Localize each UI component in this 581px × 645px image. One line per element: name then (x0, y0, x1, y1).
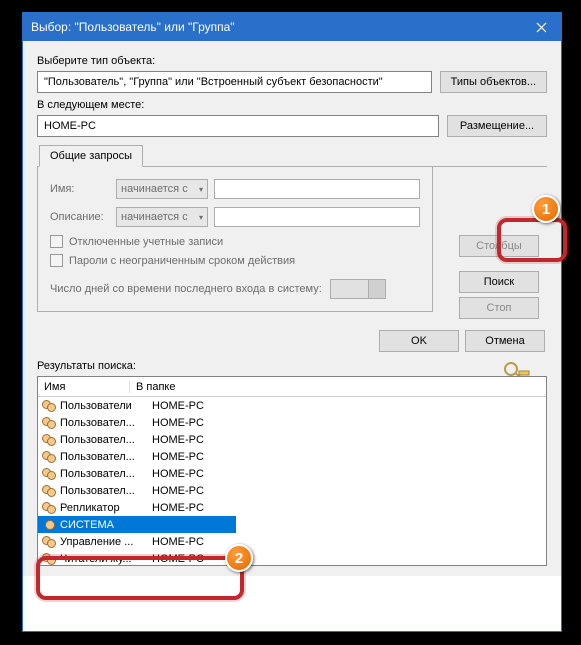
table-row[interactable]: Пользовател...HOME-PC (38, 448, 546, 465)
col-name[interactable]: Имя (38, 381, 130, 393)
table-row[interactable]: Управление ...HOME-PC (38, 533, 546, 550)
object-type-label: Выберите тип объекта: (37, 55, 547, 67)
table-row[interactable]: Читатели жу...HOME-PC (38, 550, 546, 566)
tab-strip: Общие запросы (37, 145, 547, 167)
result-folder: HOME-PC (148, 502, 204, 514)
result-name: Пользовател... (60, 434, 148, 446)
name-match-select[interactable]: начинается с ▾ (116, 179, 208, 199)
name-filter-label: Имя: (50, 183, 110, 195)
result-name: Репликатор (60, 502, 148, 514)
tab-body: Имя: начинается с ▾ Описание: начинается… (37, 167, 433, 312)
results-label: Результаты поиска: (37, 360, 547, 376)
ok-button[interactable]: OK (379, 330, 459, 352)
object-type-field: "Пользователь", "Группа" или "Встроенный… (37, 71, 432, 93)
close-button[interactable] (521, 13, 561, 41)
table-row[interactable]: Пользовател...HOME-PC (38, 482, 546, 499)
columns-button[interactable]: Столбцы (459, 235, 539, 257)
result-name: Пользовател... (60, 451, 148, 463)
group-icon (42, 399, 58, 413)
group-icon (42, 416, 58, 430)
result-folder: HOME-PC (148, 553, 204, 565)
desc-match-select[interactable]: начинается с ▾ (116, 207, 208, 227)
tab-common-queries[interactable]: Общие запросы (39, 145, 143, 167)
days-since-label: Число дней со времени последнего входа в… (50, 283, 322, 295)
days-since-input[interactable] (330, 279, 386, 299)
dialog-window: Выбор: "Пользователь" или "Группа" Выбер… (22, 12, 562, 632)
result-folder: HOME-PC (148, 451, 204, 463)
search-button[interactable]: Поиск (459, 271, 539, 293)
results-list[interactable]: Имя В папке ПользователиHOME-PCПользоват… (37, 376, 547, 566)
table-row[interactable]: СИСТЕМА (38, 516, 236, 533)
result-name: Пользовател... (60, 485, 148, 497)
titlebar: Выбор: "Пользователь" или "Группа" (23, 13, 561, 41)
group-icon (42, 433, 58, 447)
locations-button[interactable]: Размещение... (447, 115, 547, 137)
location-label: В следующем месте: (37, 99, 547, 111)
result-folder: HOME-PC (148, 536, 204, 548)
result-name: Читатели жу... (60, 553, 148, 565)
table-row[interactable]: Пользовател...HOME-PC (38, 414, 546, 431)
group-icon (42, 484, 58, 498)
table-row[interactable]: Пользовател...HOME-PC (38, 465, 546, 482)
result-name: СИСТЕМА (60, 519, 148, 531)
cancel-button[interactable]: Отмена (465, 330, 545, 352)
table-row[interactable]: Пользовател...HOME-PC (38, 431, 546, 448)
disabled-accounts-checkbox[interactable] (50, 235, 63, 248)
group-icon (42, 535, 58, 549)
result-name: Управление ... (60, 536, 148, 548)
result-folder: HOME-PC (148, 417, 204, 429)
desc-filter-input[interactable] (214, 207, 420, 227)
right-button-column: Столбцы Поиск Стоп (459, 235, 549, 319)
group-icon (42, 552, 58, 566)
desc-filter-label: Описание: (50, 211, 110, 223)
result-folder: HOME-PC (148, 485, 204, 497)
window-title: Выбор: "Пользователь" или "Группа" (31, 20, 521, 34)
col-folder[interactable]: В папке (130, 381, 546, 393)
result-name: Пользовател... (60, 468, 148, 480)
result-name: Пользовател... (60, 417, 148, 429)
group-icon (42, 501, 58, 515)
group-icon (42, 450, 58, 464)
close-icon (536, 22, 547, 33)
stop-button[interactable]: Стоп (459, 297, 539, 319)
chevron-down-icon: ▾ (199, 213, 203, 222)
chevron-down-icon: ▾ (199, 185, 203, 194)
table-row[interactable]: ПользователиHOME-PC (38, 397, 546, 414)
user-icon (42, 518, 58, 532)
never-expire-checkbox[interactable] (50, 254, 63, 267)
group-icon (42, 467, 58, 481)
annotation-badge-1: 1 (532, 195, 560, 223)
object-types-button[interactable]: Типы объектов... (440, 71, 547, 93)
annotation-badge-2: 2 (225, 544, 253, 572)
table-row[interactable]: РепликаторHOME-PC (38, 499, 546, 516)
disabled-accounts-label: Отключенные учетные записи (69, 236, 223, 248)
result-folder: HOME-PC (148, 468, 204, 480)
never-expire-label: Пароли с неограниченным сроком действия (69, 255, 295, 267)
result-name: Пользователи (60, 400, 148, 412)
location-field: HOME-PC (37, 115, 439, 137)
results-header: Имя В папке (38, 377, 546, 397)
result-folder: HOME-PC (148, 400, 204, 412)
result-folder: HOME-PC (148, 434, 204, 446)
name-filter-input[interactable] (214, 179, 420, 199)
dialog-body: Выберите тип объекта: "Пользователь", "Г… (23, 41, 561, 576)
